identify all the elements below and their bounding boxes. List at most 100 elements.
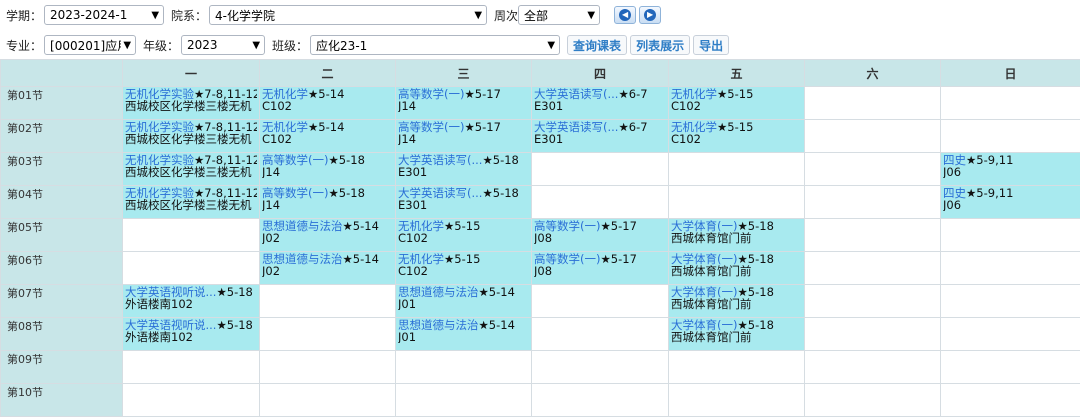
timetable-slot[interactable]: 大学英语读写(...★6-7 E301 <box>531 119 669 153</box>
course-block[interactable]: 大学体育(一)★5-18 西城体育馆门前 <box>669 318 804 350</box>
export-button[interactable]: 导出 <box>693 35 730 55</box>
course-block[interactable]: 思想道德与法治★5-14 J01 <box>396 285 531 317</box>
timetable-slot[interactable]: 大学英语视听说...★5-18 外语楼南102 <box>122 284 260 318</box>
course-block[interactable]: 无机化学★5-15 C102 <box>669 87 804 119</box>
course-name-link[interactable]: 高等数学(一) <box>262 154 328 166</box>
class-select[interactable]: 应化23-1 ▼ <box>310 35 561 55</box>
course-block[interactable]: 大学英语读写(...★6-7 E301 <box>532 120 668 152</box>
course-block[interactable]: 无机化学★5-15 C102 <box>669 120 804 152</box>
course-block[interactable]: 无机化学★5-15 C102 <box>396 252 531 284</box>
course-block[interactable]: 无机化学实验★7-8,11-12 西城校区化学楼三楼无机 <box>123 120 259 152</box>
timetable-slot[interactable]: 大学体育(一)★5-18 西城体育馆门前 <box>668 317 805 351</box>
course-name-link[interactable]: 高等数学(一) <box>398 88 464 100</box>
course-name-link[interactable]: 无机化学实验 <box>125 121 194 133</box>
course-block[interactable]: 四史★5-9,11 J06 <box>941 186 1080 218</box>
course-name-link[interactable]: 大学英语读写(... <box>534 121 618 133</box>
course-name-link[interactable]: 无机化学实验 <box>125 187 194 199</box>
next-week-button[interactable]: ▶ <box>639 6 662 24</box>
course-name-link[interactable]: 思想道德与法治 <box>398 319 479 331</box>
course-name-link[interactable]: 高等数学(一) <box>262 187 328 199</box>
timetable-slot[interactable]: 无机化学★5-15 C102 <box>395 251 532 285</box>
timetable-slot[interactable]: 大学体育(一)★5-18 西城体育馆门前 <box>668 218 805 252</box>
course-name-link[interactable]: 大学英语视听说... <box>125 286 216 298</box>
course-block[interactable]: 高等数学(一)★5-18 J14 <box>260 153 395 185</box>
course-name-link[interactable]: 无机化学 <box>262 88 308 100</box>
timetable-slot[interactable]: 高等数学(一)★5-18 J14 <box>259 152 396 186</box>
course-block[interactable]: 大学体育(一)★5-18 西城体育馆门前 <box>669 219 804 251</box>
course-name-link[interactable]: 四史 <box>943 187 966 199</box>
timetable-slot[interactable]: 大学英语视听说...★5-18 外语楼南102 <box>122 317 260 351</box>
course-name-link[interactable]: 高等数学(一) <box>534 220 600 232</box>
course-name-link[interactable]: 高等数学(一) <box>534 253 600 265</box>
course-block[interactable]: 高等数学(一)★5-17 J08 <box>532 219 668 251</box>
course-name-link[interactable]: 大学英语读写(... <box>398 187 482 199</box>
timetable-slot[interactable]: 大学体育(一)★5-18 西城体育馆门前 <box>668 284 805 318</box>
timetable-slot[interactable]: 思想道德与法治★5-14 J01 <box>395 284 532 318</box>
course-name-link[interactable]: 大学英语读写(... <box>398 154 482 166</box>
course-block[interactable]: 大学体育(一)★5-18 西城体育馆门前 <box>669 285 804 317</box>
course-block[interactable]: 无机化学实验★7-8,11-12 西城校区化学楼三楼无机 <box>123 87 259 119</box>
prev-week-button[interactable]: ◀ <box>614 6 637 24</box>
course-block[interactable]: 思想道德与法治★5-14 J02 <box>260 219 395 251</box>
course-name-link[interactable]: 大学体育(一) <box>671 319 737 331</box>
course-block[interactable]: 思想道德与法治★5-14 J01 <box>396 318 531 350</box>
course-name-link[interactable]: 高等数学(一) <box>398 121 464 133</box>
timetable-slot[interactable]: 无机化学实验★7-8,11-12 西城校区化学楼三楼无机 <box>122 119 260 153</box>
course-block[interactable]: 思想道德与法治★5-14 J02 <box>260 252 395 284</box>
timetable-slot[interactable]: 思想道德与法治★5-14 J01 <box>395 317 532 351</box>
major-select[interactable]: [000201]应用化⁂ ▼ <box>44 35 137 55</box>
list-view-button[interactable]: 列表展示 <box>630 35 691 55</box>
course-name-link[interactable]: 大学体育(一) <box>671 220 737 232</box>
course-block[interactable]: 无机化学★5-15 C102 <box>396 219 531 251</box>
timetable-slot[interactable]: 无机化学实验★7-8,11-12 西城校区化学楼三楼无机 <box>122 152 260 186</box>
course-name-link[interactable]: 大学体育(一) <box>671 286 737 298</box>
timetable-slot[interactable]: 大学体育(一)★5-18 西城体育馆门前 <box>668 251 805 285</box>
timetable-slot[interactable]: 高等数学(一)★5-17 J14 <box>395 119 532 153</box>
timetable-slot[interactable]: 四史★5-9,11 J06 <box>940 152 1080 186</box>
course-name-link[interactable]: 无机化学 <box>398 253 444 265</box>
course-block[interactable]: 大学英语视听说...★5-18 外语楼南102 <box>123 285 259 317</box>
timetable-slot[interactable]: 大学英语读写(...★5-18 E301 <box>395 152 532 186</box>
query-schedule-button[interactable]: 查询课表 <box>567 35 628 55</box>
timetable-slot[interactable]: 思想道德与法治★5-14 J02 <box>259 251 396 285</box>
course-name-link[interactable]: 无机化学 <box>398 220 444 232</box>
course-block[interactable]: 四史★5-9,11 J06 <box>941 153 1080 185</box>
timetable-slot[interactable]: 大学英语读写(...★5-18 E301 <box>395 185 532 219</box>
timetable-slot[interactable]: 思想道德与法治★5-14 J02 <box>259 218 396 252</box>
timetable-slot[interactable]: 无机化学★5-15 C102 <box>668 86 805 120</box>
timetable-slot[interactable]: 无机化学实验★7-8,11-12 西城校区化学楼三楼无机 <box>122 86 260 120</box>
timetable-slot[interactable]: 四史★5-9,11 J06 <box>940 185 1080 219</box>
course-name-link[interactable]: 大学英语读写(... <box>534 88 618 100</box>
course-block[interactable]: 大学体育(一)★5-18 西城体育馆门前 <box>669 252 804 284</box>
dept-select[interactable]: 4-化学学院 ▼ <box>209 5 488 25</box>
course-name-link[interactable]: 大学体育(一) <box>671 253 737 265</box>
course-block[interactable]: 高等数学(一)★5-17 J08 <box>532 252 668 284</box>
timetable-slot[interactable]: 无机化学★5-15 C102 <box>395 218 532 252</box>
timetable-slot[interactable]: 无机化学★5-14 C102 <box>259 86 396 120</box>
term-select[interactable]: 2023-2024-1 ▼ <box>44 5 165 25</box>
course-block[interactable]: 高等数学(一)★5-17 J14 <box>396 120 531 152</box>
course-name-link[interactable]: 无机化学实验 <box>125 154 194 166</box>
timetable-slot[interactable]: 高等数学(一)★5-17 J08 <box>531 218 669 252</box>
timetable-slot[interactable]: 无机化学★5-14 C102 <box>259 119 396 153</box>
timetable-slot[interactable]: 无机化学实验★7-8,11-12 西城校区化学楼三楼无机 <box>122 185 260 219</box>
course-name-link[interactable]: 思想道德与法治 <box>262 253 343 265</box>
course-block[interactable]: 高等数学(一)★5-17 J14 <box>396 87 531 119</box>
course-block[interactable]: 大学英语读写(...★6-7 E301 <box>532 87 668 119</box>
course-name-link[interactable]: 无机化学 <box>262 121 308 133</box>
course-block[interactable]: 大学英语读写(...★5-18 E301 <box>396 153 531 185</box>
course-block[interactable]: 大学英语读写(...★5-18 E301 <box>396 186 531 218</box>
course-name-link[interactable]: 无机化学 <box>671 88 717 100</box>
grade-select[interactable]: 2023 ▼ <box>181 35 266 55</box>
timetable-slot[interactable]: 高等数学(一)★5-17 J14 <box>395 86 532 120</box>
course-block[interactable]: 高等数学(一)★5-18 J14 <box>260 186 395 218</box>
course-name-link[interactable]: 四史 <box>943 154 966 166</box>
course-name-link[interactable]: 思想道德与法治 <box>262 220 343 232</box>
course-name-link[interactable]: 思想道德与法治 <box>398 286 479 298</box>
course-block[interactable]: 无机化学★5-14 C102 <box>260 120 395 152</box>
timetable-slot[interactable]: 高等数学(一)★5-18 J14 <box>259 185 396 219</box>
week-select[interactable]: 全部 ▼ <box>518 5 601 25</box>
course-name-link[interactable]: 无机化学 <box>671 121 717 133</box>
course-block[interactable]: 大学英语视听说...★5-18 外语楼南102 <box>123 318 259 350</box>
timetable-slot[interactable]: 大学英语读写(...★6-7 E301 <box>531 86 669 120</box>
